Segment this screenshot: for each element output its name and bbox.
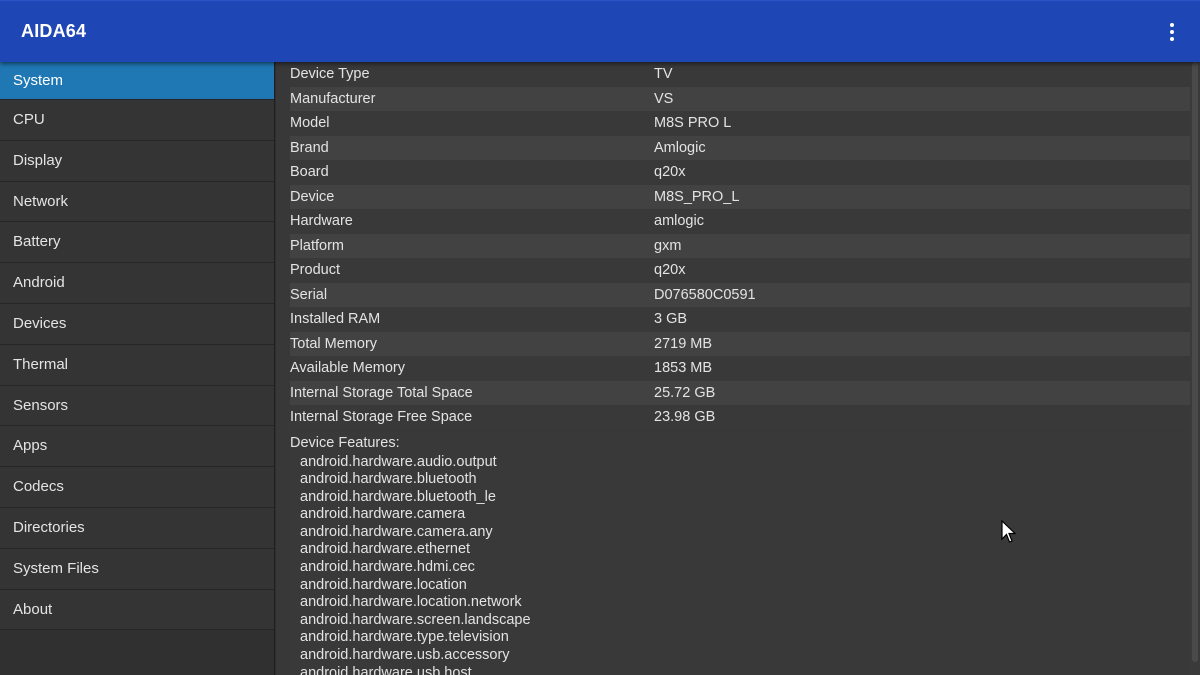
sidebar-item-sensors[interactable]: Sensors [0,385,274,427]
sidebar-item-apps[interactable]: Apps [0,426,274,468]
overflow-dot [1170,37,1174,41]
mouse-pointer-icon [1001,520,1017,543]
sidebar-item-android[interactable]: Android [0,263,274,304]
property-name: Device [290,188,335,205]
sidebar-item-display[interactable]: Display [0,140,274,182]
feature-item: android.hardware.usb.accessory [300,647,510,664]
property-row: Available Memory 1853 MB [290,356,1190,381]
feature-item: android.hardware.bluetooth [300,471,477,488]
property-name: Model [290,115,330,131]
property-value: q20x [654,262,686,278]
property-row: Device M8S_PRO_L [290,184,1190,209]
property-value: gxm [654,237,682,254]
more-vert-icon[interactable] [1162,22,1182,42]
property-value: Amlogic [654,139,706,156]
feature-item: android.hardware.location.network [300,594,522,611]
property-name: Product [290,262,340,278]
feature-item: android.hardware.type.television [300,629,509,646]
sidebar-item-directories[interactable]: Directories [0,507,274,549]
sidebar-item-devices[interactable]: Devices [0,303,274,345]
property-name: Internal Storage Free Space [290,409,473,425]
sidebar-item-system-files[interactable]: System Files [0,548,274,590]
scroll-thumb[interactable] [1192,62,1198,662]
property-name: Manufacturer [290,90,376,107]
sidebar-item-codecs[interactable]: Codecs [0,467,274,508]
property-value: M8S_PRO_L [654,188,740,205]
property-name: Device Type [290,66,370,82]
features-title: Device Features: [290,431,1190,454]
property-row: Serial D076580C0591 [290,282,1190,307]
scrollbar[interactable] [1190,62,1200,675]
property-row: Model M8S PRO L [290,111,1190,136]
sidebar-item-about[interactable]: About [0,589,274,631]
feature-item: android.hardware.camera.any [300,523,493,540]
app-bar: AIDA64 [0,0,1200,62]
content-panel[interactable]: Device Type TV Manufacturer VS Model M8S PRO … [276,62,1190,675]
property-value: amlogic [654,213,704,229]
property-name: Hardware [290,213,353,229]
sidebar-item-network[interactable]: Network [0,181,274,223]
property-row: Brand Amlogic [290,135,1190,160]
property-name: Board [290,164,329,180]
features-list: android.hardware.audio.output android.har… [290,453,1190,675]
sidebar-item-thermal[interactable]: Thermal [0,344,274,386]
property-value: D076580C0591 [654,286,756,303]
feature-item: android.hardware.hdmi.cec [300,559,475,576]
property-row: Total Memory 2719 MB [290,331,1190,356]
property-value: TV [654,66,673,82]
property-row: Installed RAM 3 GB [290,307,1190,332]
feature-item: android.hardware.bluetooth_le [300,488,496,505]
property-name: Brand [290,139,329,156]
property-list: Device Type TV Manufacturer VS Model M8S PRO … [276,62,1190,430]
property-row: Internal Storage Free Space 23.98 GB [290,405,1190,430]
feature-item: android.hardware.screen.landscape [300,611,531,628]
property-name: Platform [290,237,344,254]
app-title: AIDA64 [21,21,87,41]
property-value: 2719 MB [654,335,713,352]
property-row: Product q20x [290,258,1190,283]
overflow-dot [1170,30,1174,34]
feature-item: android.hardware.usb.host [300,664,472,675]
property-name: Serial [290,286,328,303]
property-name: Internal Storage Total Space [290,384,473,401]
sidebar: System CPU Display Network Battery Android Dev… [0,62,275,675]
feature-item: android.hardware.location [300,576,467,593]
property-value: 3 GB [654,311,688,327]
overflow-dot [1170,23,1174,27]
property-row: Platform gxm [290,233,1190,258]
sidebar-item-system[interactable]: System [0,62,274,100]
feature-item: android.hardware.audio.output [300,453,497,470]
property-row: Hardware amlogic [290,209,1190,234]
property-name: Installed RAM [290,311,381,327]
property-row: Manufacturer VS [290,86,1190,111]
property-row: Board q20x [290,160,1190,185]
sidebar-item-battery[interactable]: Battery [0,222,274,264]
property-value: 1853 MB [654,360,713,376]
property-value: VS [654,90,674,107]
feature-item: android.hardware.camera [300,506,466,523]
property-value: q20x [654,164,686,180]
property-row: Device Type TV [290,62,1190,87]
sidebar-item-cpu[interactable]: CPU [0,100,274,141]
property-row: Internal Storage Total Space 25.72 GB [290,380,1190,405]
property-value: 23.98 GB [654,409,716,425]
property-value: M8S PRO L [654,115,732,131]
property-value: 25.72 GB [654,384,716,401]
property-name: Available Memory [290,360,405,376]
feature-item: android.hardware.ethernet [300,541,471,558]
property-name: Total Memory [290,335,378,352]
